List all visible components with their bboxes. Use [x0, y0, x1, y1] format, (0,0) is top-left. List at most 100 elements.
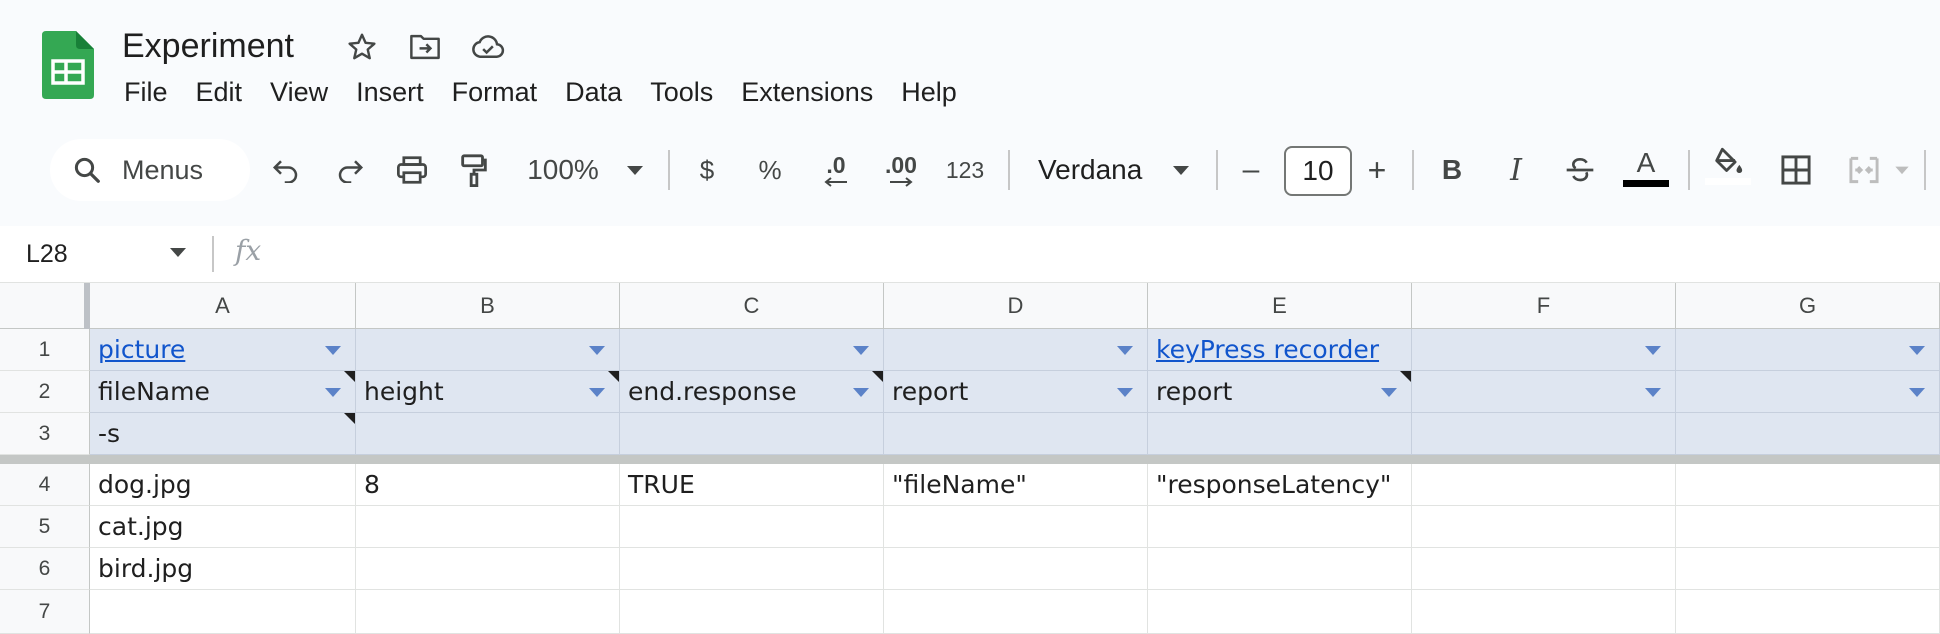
- menu-help[interactable]: Help: [887, 72, 971, 112]
- increase-font-size-button[interactable]: +: [1362, 146, 1392, 194]
- row-header-7[interactable]: 7: [0, 590, 90, 634]
- filter-dropdown-icon[interactable]: [853, 345, 869, 355]
- italic-button[interactable]: I: [1500, 146, 1532, 194]
- row-header-5[interactable]: 5: [0, 506, 90, 548]
- menu-edit[interactable]: Edit: [182, 72, 257, 112]
- cell-a2[interactable]: fileName: [90, 371, 356, 413]
- frozen-rows-divider[interactable]: [0, 455, 1940, 464]
- cell-b6[interactable]: [356, 548, 620, 590]
- cell-a5[interactable]: cat.jpg: [90, 506, 356, 548]
- cell-d7[interactable]: [884, 590, 1148, 634]
- print-icon[interactable]: [392, 146, 432, 194]
- column-header-c[interactable]: C: [620, 283, 884, 329]
- cell-c1[interactable]: [620, 329, 884, 371]
- row-header-2[interactable]: 2: [0, 371, 90, 413]
- cell-b4[interactable]: 8: [356, 464, 620, 506]
- menu-file[interactable]: File: [110, 72, 182, 112]
- cell-g7[interactable]: [1676, 590, 1940, 634]
- bold-button[interactable]: B: [1436, 146, 1468, 194]
- menu-insert[interactable]: Insert: [342, 72, 438, 112]
- cell-c2[interactable]: end.response: [620, 371, 884, 413]
- cell-f2[interactable]: [1412, 371, 1676, 413]
- cell-e6[interactable]: [1148, 548, 1412, 590]
- redo-icon[interactable]: [330, 146, 370, 194]
- chevron-down-icon[interactable]: [1166, 146, 1196, 194]
- sheets-logo-icon[interactable]: [42, 31, 94, 99]
- row-header-1[interactable]: 1: [0, 329, 90, 371]
- cell-a7[interactable]: [90, 590, 356, 634]
- increase-decimal-button[interactable]: .00: [876, 146, 926, 194]
- font-family-select[interactable]: Verdana: [1030, 146, 1168, 194]
- chevron-down-icon[interactable]: [620, 146, 650, 194]
- cell-d1[interactable]: [884, 329, 1148, 371]
- strikethrough-icon[interactable]: [1562, 146, 1598, 194]
- cell-c7[interactable]: [620, 590, 884, 634]
- filter-dropdown-icon[interactable]: [1117, 345, 1133, 355]
- star-icon[interactable]: [344, 29, 380, 65]
- zoom-select[interactable]: 100%: [520, 146, 606, 194]
- chevron-down-icon[interactable]: [1890, 146, 1914, 194]
- menu-data[interactable]: Data: [551, 72, 636, 112]
- cell-d3[interactable]: [884, 413, 1148, 455]
- filter-dropdown-icon[interactable]: [589, 387, 605, 397]
- filter-dropdown-icon[interactable]: [1909, 387, 1925, 397]
- cell-a3[interactable]: -s: [90, 413, 356, 455]
- cell-g6[interactable]: [1676, 548, 1940, 590]
- chevron-down-icon[interactable]: [170, 248, 186, 257]
- cell-g1[interactable]: [1676, 329, 1940, 371]
- undo-icon[interactable]: [266, 146, 306, 194]
- format-currency-button[interactable]: $: [692, 146, 722, 194]
- cell-f5[interactable]: [1412, 506, 1676, 548]
- select-all-corner[interactable]: [0, 283, 90, 329]
- cell-g4[interactable]: [1676, 464, 1940, 506]
- cell-d5[interactable]: [884, 506, 1148, 548]
- move-to-folder-icon[interactable]: [407, 29, 443, 65]
- cell-g2[interactable]: [1676, 371, 1940, 413]
- cell-g3[interactable]: [1676, 413, 1940, 455]
- cell-a4[interactable]: dog.jpg: [90, 464, 356, 506]
- column-header-g[interactable]: G: [1676, 283, 1940, 329]
- cell-b2[interactable]: height: [356, 371, 620, 413]
- filter-dropdown-icon[interactable]: [1909, 345, 1925, 355]
- fill-color-icon[interactable]: [1704, 146, 1752, 194]
- search-menus-button[interactable]: Menus: [50, 139, 250, 201]
- formula-input[interactable]: [290, 236, 1890, 272]
- name-box[interactable]: L28: [26, 236, 68, 272]
- more-formats-button[interactable]: 123: [940, 146, 990, 194]
- cell-g5[interactable]: [1676, 506, 1940, 548]
- cell-d6[interactable]: [884, 548, 1148, 590]
- cell-b7[interactable]: [356, 590, 620, 634]
- cell-a1[interactable]: picture: [90, 329, 356, 371]
- filter-dropdown-icon[interactable]: [1645, 387, 1661, 397]
- cell-c4[interactable]: TRUE: [620, 464, 884, 506]
- cell-b5[interactable]: [356, 506, 620, 548]
- filter-dropdown-icon[interactable]: [853, 387, 869, 397]
- cell-link[interactable]: picture: [98, 335, 185, 364]
- menu-tools[interactable]: Tools: [636, 72, 727, 112]
- cell-d4[interactable]: "fileName": [884, 464, 1148, 506]
- cell-e3[interactable]: [1148, 413, 1412, 455]
- row-header-4[interactable]: 4: [0, 464, 90, 506]
- merge-cells-icon[interactable]: [1844, 146, 1884, 194]
- text-color-button[interactable]: A: [1622, 146, 1670, 194]
- cell-b1[interactable]: [356, 329, 620, 371]
- row-header-6[interactable]: 6: [0, 548, 90, 590]
- menu-format[interactable]: Format: [438, 72, 552, 112]
- font-size-input[interactable]: 10: [1284, 146, 1352, 196]
- decrease-font-size-button[interactable]: –: [1236, 146, 1266, 194]
- cell-f3[interactable]: [1412, 413, 1676, 455]
- cell-b3[interactable]: [356, 413, 620, 455]
- borders-icon[interactable]: [1776, 146, 1816, 194]
- filter-dropdown-icon[interactable]: [1645, 345, 1661, 355]
- filter-dropdown-icon[interactable]: [589, 345, 605, 355]
- decrease-decimal-button[interactable]: .0: [814, 146, 858, 194]
- filter-dropdown-icon[interactable]: [325, 387, 341, 397]
- format-percent-button[interactable]: %: [754, 146, 786, 194]
- cell-c6[interactable]: [620, 548, 884, 590]
- paint-format-icon[interactable]: [454, 146, 494, 194]
- cloud-saved-icon[interactable]: [470, 29, 506, 65]
- cell-e2[interactable]: report: [1148, 371, 1412, 413]
- cell-e1[interactable]: keyPress recorder: [1148, 329, 1412, 371]
- menu-extensions[interactable]: Extensions: [727, 72, 887, 112]
- cell-link[interactable]: keyPress recorder: [1156, 335, 1379, 364]
